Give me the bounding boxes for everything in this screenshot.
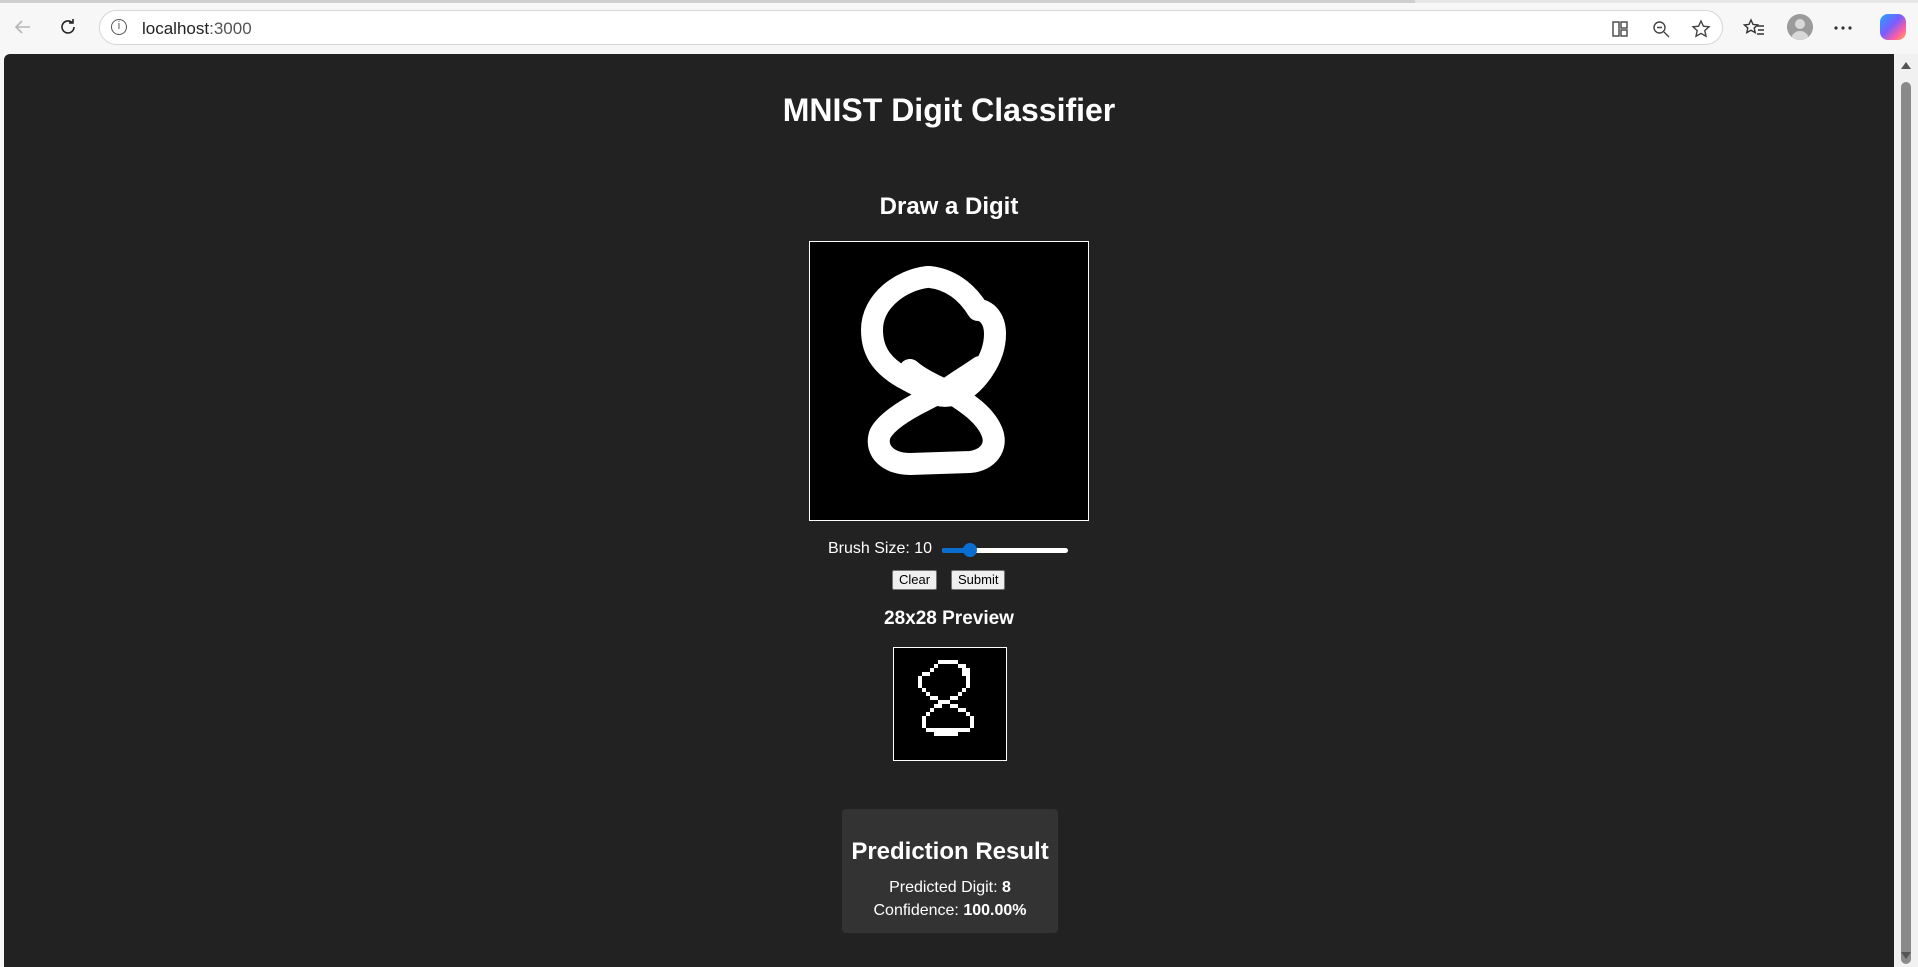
url-port: :3000: [209, 19, 252, 38]
scrollbar-thumb[interactable]: [1901, 82, 1911, 964]
page-title: MNIST Digit Classifier: [782, 92, 1116, 128]
star-icon[interactable]: [1689, 17, 1713, 41]
reload-icon[interactable]: [51, 10, 85, 44]
favorites-icon[interactable]: [1738, 12, 1770, 44]
clear-button[interactable]: Clear: [892, 570, 938, 590]
preview-canvas: [893, 647, 1007, 761]
apps-icon[interactable]: [1608, 17, 1632, 41]
preview-pixel-digit: [918, 660, 974, 736]
brush-size-control: Brush Size: 10: [828, 538, 1088, 562]
confidence-label: Confidence:: [873, 902, 964, 919]
predicted-digit-line: Predicted Digit: 8: [842, 879, 1058, 897]
back-arrow-icon[interactable]: [6, 10, 40, 44]
profile-avatar[interactable]: [1787, 14, 1813, 40]
url-text[interactable]: localhost:3000: [142, 19, 252, 39]
brush-size-label: Brush Size: 10: [828, 540, 933, 557]
address-bar[interactable]: i localhost:3000: [99, 10, 1723, 45]
draw-heading: Draw a Digit: [879, 193, 1019, 220]
tab-strip: [0, 0, 1918, 3]
drawing-canvas[interactable]: [809, 241, 1089, 521]
copilot-icon[interactable]: [1880, 14, 1906, 40]
slider-thumb[interactable]: [963, 543, 977, 557]
preview-heading: 28x28 Preview: [884, 608, 1014, 629]
scroll-down-arrow-icon[interactable]: [1901, 952, 1911, 959]
info-icon[interactable]: i: [111, 19, 127, 35]
url-host: localhost: [142, 19, 210, 38]
prediction-result-card: Prediction Result Predicted Digit: 8 Con…: [842, 809, 1058, 933]
page-viewport: MNIST Digit Classifier Draw a Digit Brus…: [4, 54, 1894, 967]
result-heading: Prediction Result: [851, 838, 1049, 865]
zoom-out-icon[interactable]: [1649, 17, 1673, 41]
confidence-value: 100.00%: [963, 902, 1027, 919]
drawn-digit-strokes: [861, 266, 1006, 475]
scroll-up-arrow-icon[interactable]: [1901, 62, 1911, 69]
predicted-digit-value: 8: [1002, 879, 1011, 896]
confidence-line: Confidence: 100.00%: [842, 902, 1058, 920]
predicted-digit-label: Predicted Digit:: [889, 879, 1003, 896]
browser-toolbar: i localhost:3000: [0, 0, 1918, 54]
more-icon[interactable]: [1827, 12, 1859, 44]
vertical-scrollbar[interactable]: [1894, 54, 1918, 967]
active-tab-indicator: [0, 0, 1415, 3]
brush-size-slider[interactable]: [942, 543, 1068, 557]
submit-button[interactable]: Submit: [951, 570, 1006, 590]
